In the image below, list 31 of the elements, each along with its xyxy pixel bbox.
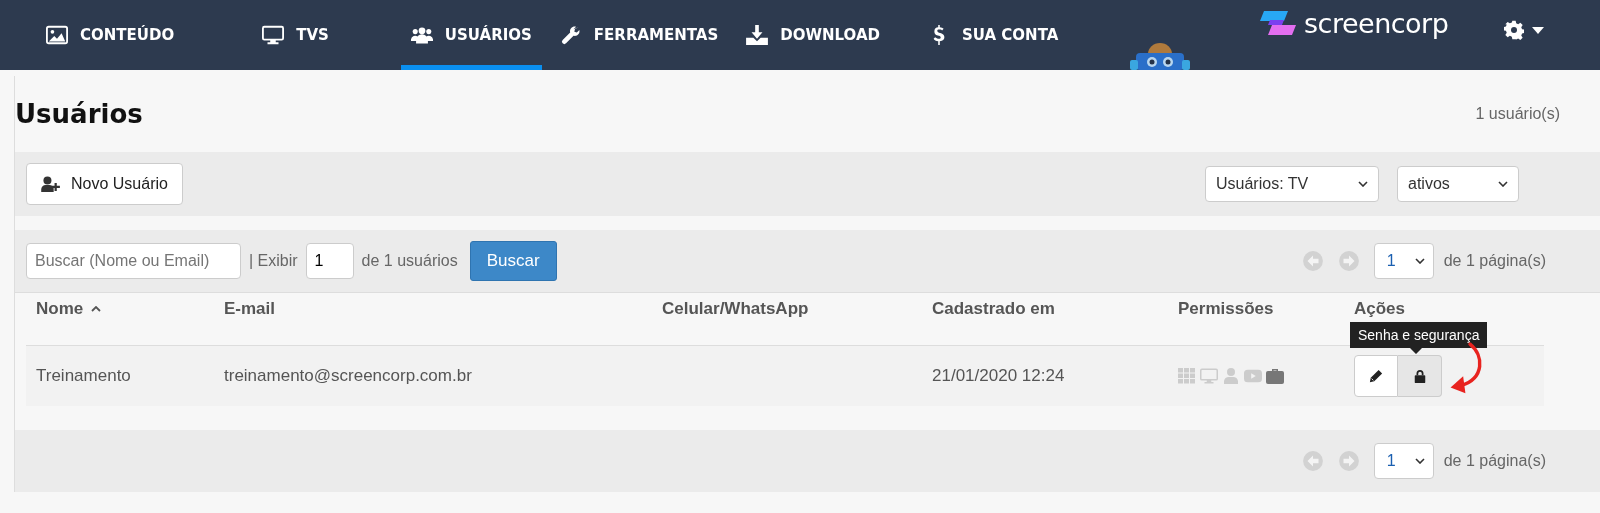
user-count: 1 usuário(s) [1475,105,1560,123]
show-count-field[interactable]: 1 [305,243,354,279]
column-header[interactable]: Permissões [1168,293,1344,319]
column-header[interactable]: Nome [26,293,214,319]
filter-select[interactable]: ativos [1397,166,1519,202]
column-header[interactable]: E-mail [214,293,652,319]
column-header[interactable]: Cadastrado em [922,293,1168,319]
page-select[interactable]: 1 [1373,443,1434,479]
nav-tab[interactable]: CONTEÚDO [36,0,185,70]
tooltip: Senha e segurança [1350,322,1488,354]
table-cell-text: treinamento@screencorp.com.br [223,366,473,386]
nav-tab[interactable]: SUA CONTA [918,0,1069,70]
logo-text: screencorp [1304,8,1449,39]
filter-select[interactable]: Usuários: TV [1205,166,1379,202]
table-cell-text: 21/01/2020 12:24 [931,366,1066,386]
search-field[interactable]: Buscar (Nome ou Email) [26,243,241,279]
show-label: | Exibir [249,252,298,270]
nav-tab[interactable]: TVS [252,0,339,70]
nav-tab[interactable]: DOWNLOAD [736,0,890,70]
nav-tab[interactable]: FERRAMENTAS [549,0,729,70]
nav-tab[interactable]: USUÁRIOS [400,0,542,70]
page-count: de 1 página(s) [1443,252,1546,270]
page-title: Usuários [15,99,143,129]
search-button[interactable]: Buscar [469,241,557,281]
new-user-button[interactable]: Novo Usuário [26,163,183,205]
total-label: de 1 usuários [361,252,458,270]
page-count: de 1 página(s) [1443,452,1546,470]
column-header[interactable]: Celular/WhatsApp [652,293,922,319]
column-header[interactable]: Ações [1344,293,1530,319]
table-cell-text: Treinamento [35,366,132,386]
page-select[interactable]: 1 [1373,243,1434,279]
